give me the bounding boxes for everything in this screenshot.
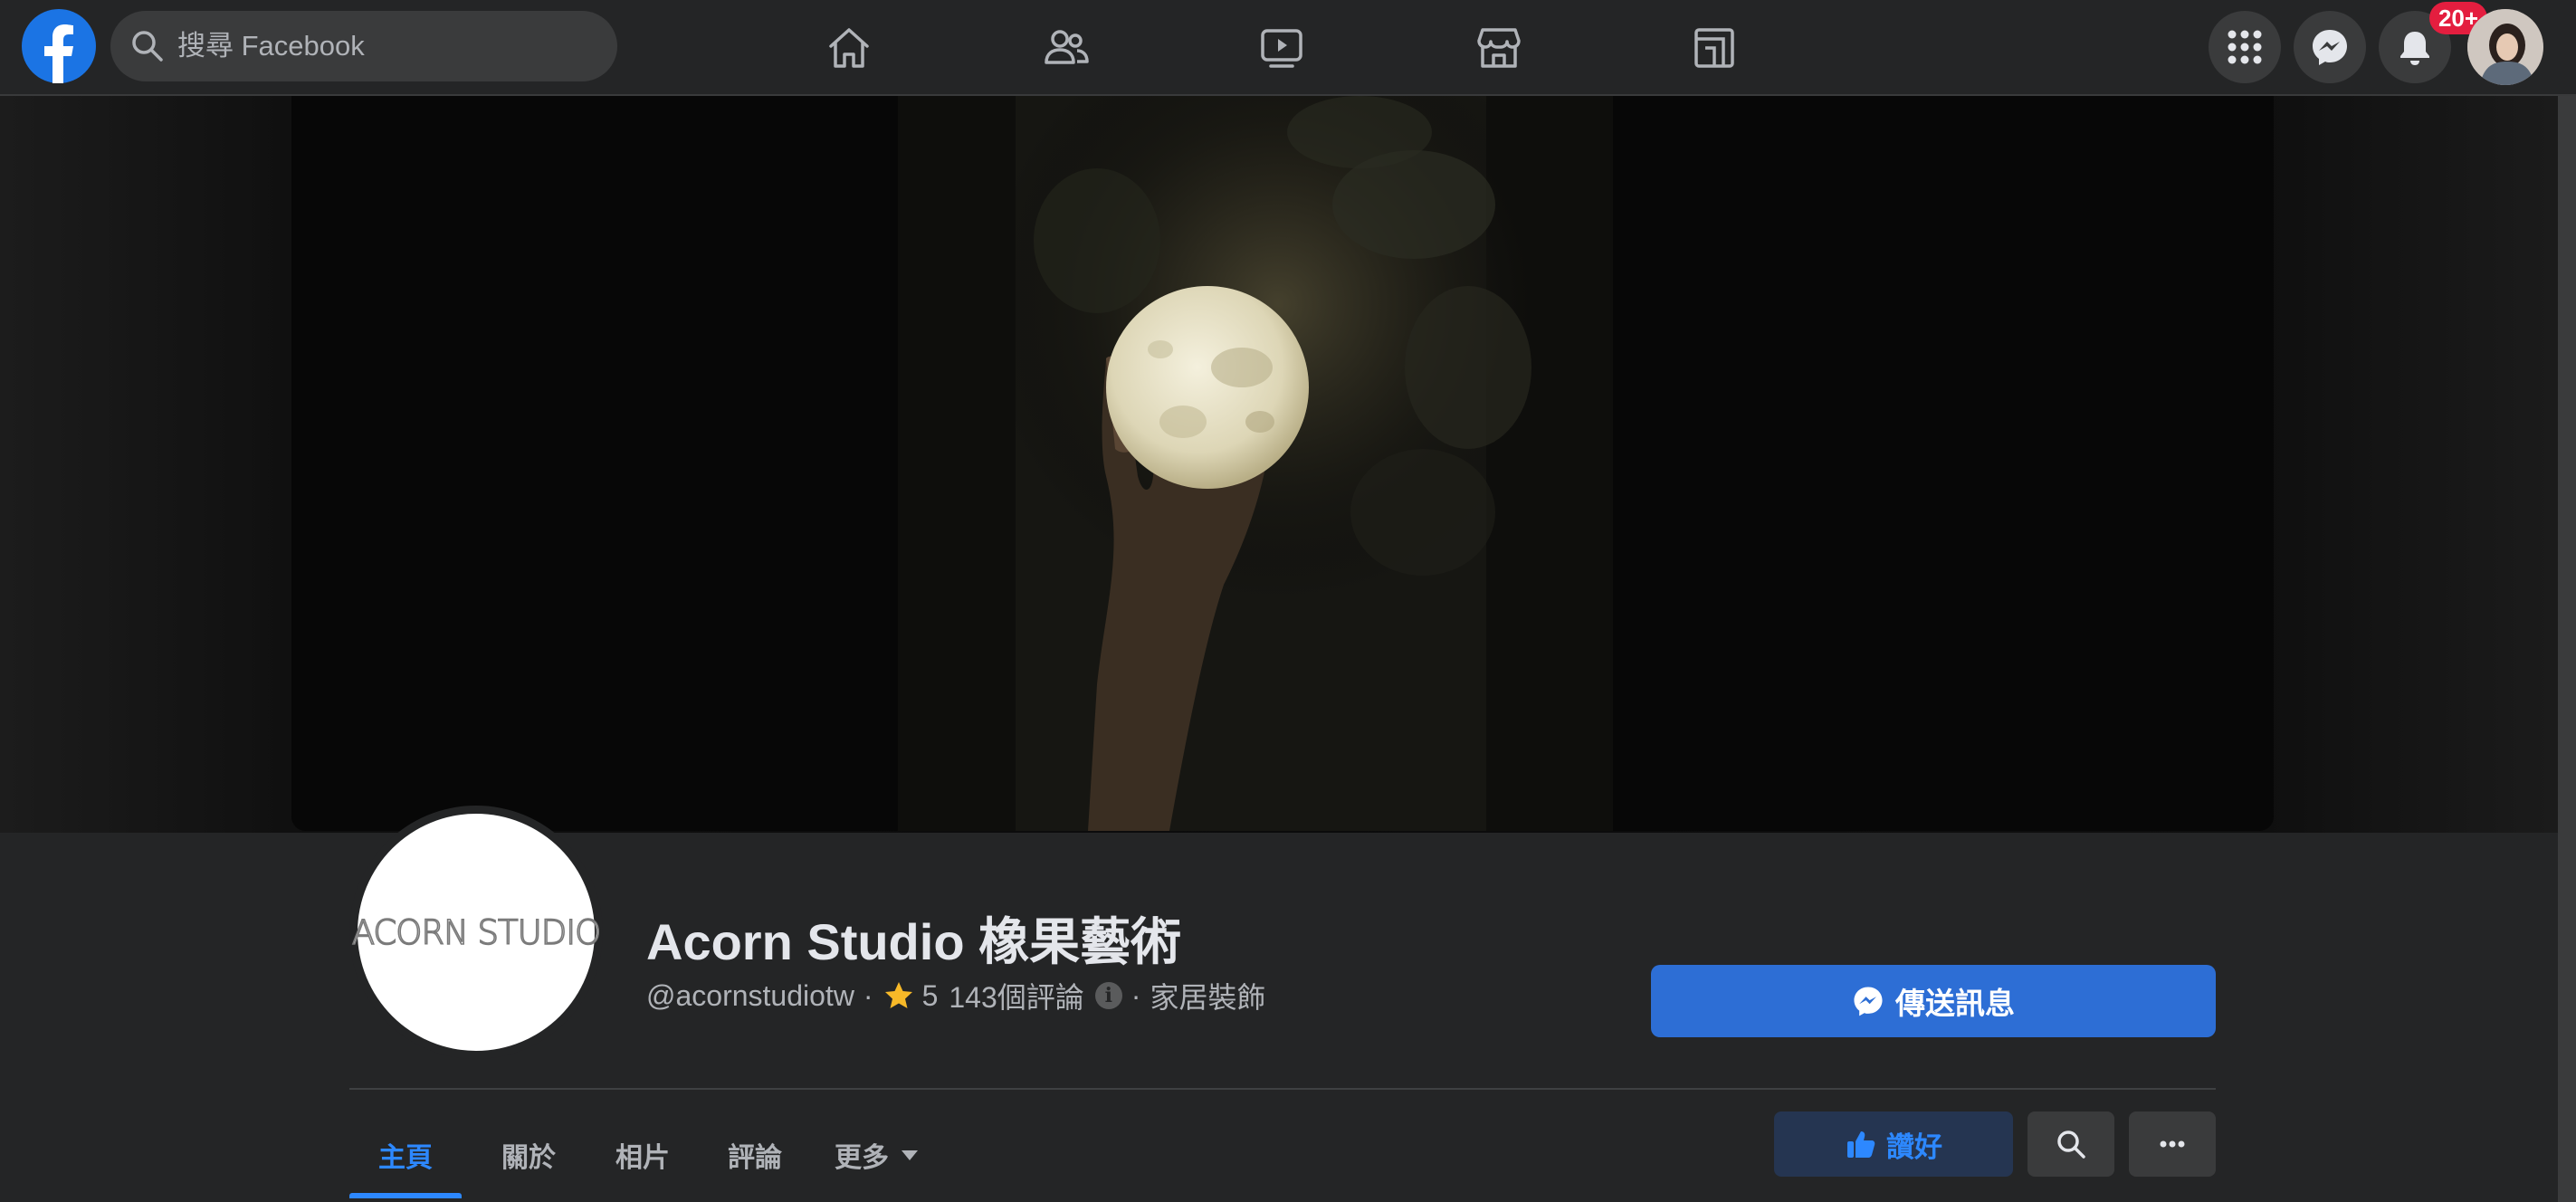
messenger-icon <box>2313 30 2347 65</box>
rating-value: 5 <box>921 978 939 1012</box>
nav-marketplace[interactable] <box>1445 13 1553 83</box>
tab-label: 更多 <box>835 1143 889 1173</box>
menu-button[interactable] <box>2209 11 2281 83</box>
friends-icon <box>1045 30 1089 64</box>
facebook-logo[interactable] <box>22 9 96 83</box>
tab-about[interactable]: 關於 <box>474 1111 583 1198</box>
active-tab-indicator <box>349 1193 462 1198</box>
nav-gaming[interactable] <box>1660 13 1769 83</box>
star-icon <box>884 982 912 1008</box>
meta-separator: · <box>863 978 873 1012</box>
search-page-button[interactable] <box>2027 1111 2114 1177</box>
avatar[interactable] <box>2467 9 2543 85</box>
like-button[interactable]: 讚好 <box>1774 1111 2013 1177</box>
page-meta: @acornstudiotw · 5 143個評論 i · 家居裝飾 <box>646 976 1265 1016</box>
search-icon <box>2057 1130 2085 1159</box>
avatar-photo <box>2467 9 2543 85</box>
more-options-button[interactable] <box>2129 1111 2216 1177</box>
scrollbar[interactable] <box>2558 96 2576 1202</box>
divider <box>349 1088 2216 1090</box>
tab-label: 主頁 <box>378 1143 433 1173</box>
tab-home[interactable]: 主頁 <box>349 1111 462 1198</box>
page-handle: @acornstudiotw <box>646 978 854 1012</box>
tab-label: 關於 <box>501 1143 556 1173</box>
send-message-button[interactable]: 傳送訊息 <box>1651 965 2216 1037</box>
thumbs-up-icon <box>1847 1131 1875 1158</box>
watch-icon <box>1261 29 1302 68</box>
page-title: Acorn Studio 橡果藝術 <box>646 913 1182 970</box>
cover-photo[interactable] <box>291 96 2274 831</box>
tab-label: 評論 <box>728 1143 782 1173</box>
search-placeholder: 搜尋 Facebook <box>177 30 365 62</box>
chevron-down-icon <box>902 1150 918 1160</box>
home-icon <box>829 28 869 68</box>
info-icon[interactable]: i <box>1094 982 1122 1009</box>
profile-logo-text: ACORN STUDIO <box>351 912 602 953</box>
tab-reviews[interactable]: 評論 <box>701 1111 809 1198</box>
tab-more[interactable]: 更多 <box>816 1111 936 1198</box>
tab-label: 相片 <box>615 1143 670 1173</box>
search-field[interactable]: 搜尋 Facebook <box>110 11 617 81</box>
gaming-icon <box>1694 28 1734 68</box>
send-message-label: 傳送訊息 <box>1895 987 2015 1020</box>
cover-photo-image <box>291 96 2274 831</box>
page-category-link[interactable]: 家居裝飾 <box>1150 975 1265 1016</box>
like-label: 讚好 <box>1886 1130 1942 1163</box>
top-navigation-bar: 搜尋 Facebook 20+ <box>0 0 2576 96</box>
tab-photos[interactable]: 相片 <box>588 1111 697 1198</box>
marketplace-icon <box>1477 28 1521 68</box>
messenger-icon <box>1854 987 1883 1016</box>
nav-watch[interactable] <box>1227 13 1336 83</box>
nav-friends[interactable] <box>1012 13 1121 83</box>
meta-separator: · <box>1131 978 1141 1012</box>
bell-icon <box>2400 32 2429 65</box>
review-count-link[interactable]: 143個評論 <box>949 975 1083 1016</box>
nav-home[interactable] <box>795 13 903 83</box>
search-icon <box>132 31 163 62</box>
menu-grid-icon <box>2228 30 2262 64</box>
profile-picture[interactable]: ACORN STUDIO <box>349 806 603 1059</box>
more-dots-icon <box>2160 1140 2185 1148</box>
messenger-button[interactable] <box>2294 11 2366 83</box>
profile-picture-image: ACORN STUDIO <box>351 814 602 1051</box>
